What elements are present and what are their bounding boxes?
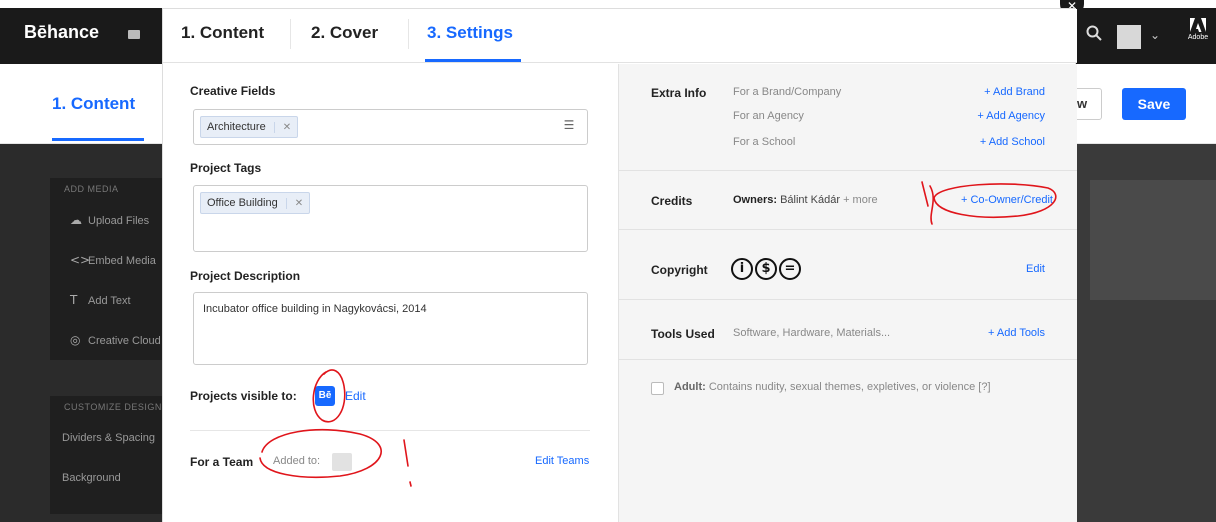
visibility-edit-link[interactable]: Edit	[345, 389, 366, 403]
user-avatar[interactable]	[1117, 25, 1141, 49]
cc-license-icons: i $ =	[731, 258, 803, 280]
customize-design-panel: CUSTOMIZE DESIGN Dividers & Spacing Back…	[50, 396, 162, 514]
tag-label: Architecture	[207, 121, 266, 133]
mail-icon[interactable]	[128, 30, 140, 39]
add-media-panel: ADD MEDIA ☁ Upload Files <>Embed Media TA…	[50, 178, 162, 360]
add-text-label: Add Text	[88, 295, 131, 307]
tab-settings[interactable]: 3. Settings	[427, 23, 513, 43]
remove-tag-icon[interactable]: ✕	[273, 122, 292, 133]
embed-media-label: Embed Media	[88, 255, 156, 267]
no-derivatives-icon: =	[779, 258, 801, 280]
owners-label: Owners:	[733, 194, 778, 206]
tools-placeholder: Software, Hardware, Materials...	[733, 327, 891, 339]
extra-info-agency-text: For an Agency	[733, 110, 804, 122]
owners-text: Owners: Bálint Kádár + more	[733, 194, 878, 206]
behance-visibility-badge[interactable]: Bē	[315, 386, 335, 406]
tools-used-label: Tools Used	[651, 327, 715, 341]
extra-info-label: Extra Info	[651, 86, 707, 100]
project-description-label: Project Description	[190, 269, 301, 283]
edit-teams-link[interactable]: Edit Teams	[535, 455, 589, 467]
adult-description: Contains nudity, sexual themes, expletiv…	[708, 381, 991, 393]
tab-content[interactable]: 1. Content	[181, 23, 264, 43]
extra-info-school-text: For a School	[733, 136, 796, 148]
project-description-value: Incubator office building in Nagykovácsi…	[203, 303, 427, 315]
project-tags-label: Project Tags	[190, 161, 262, 175]
credits-label: Credits	[651, 194, 693, 208]
upload-files-item[interactable]: ☁ Upload Files	[50, 200, 162, 240]
adobe-label: Adobe	[1187, 34, 1209, 41]
add-tools-link[interactable]: + Add Tools	[988, 327, 1045, 339]
tab-underline	[52, 138, 144, 141]
attribution-icon: i	[731, 258, 753, 280]
add-co-owner-link[interactable]: + Co-Owner/Credit	[961, 194, 1053, 206]
search-icon[interactable]	[1086, 25, 1102, 41]
add-text-item[interactable]: T Add Text	[50, 280, 162, 320]
list-icon[interactable]: ☰	[559, 118, 579, 136]
chevron-down-icon[interactable]: ⌄	[1150, 28, 1160, 42]
add-brand-link[interactable]: + Add Brand	[984, 86, 1045, 98]
tab-cover[interactable]: 2. Cover	[311, 23, 378, 43]
owner-name[interactable]: Bálint Kádár	[780, 194, 840, 206]
creative-cloud-icon: ◎	[70, 333, 81, 347]
save-button[interactable]: Save	[1122, 88, 1186, 120]
tab-separator	[408, 19, 409, 49]
adult-content-text: Adult: Contains nudity, sexual themes, e…	[674, 381, 991, 393]
tab-separator	[290, 19, 291, 49]
cloud-upload-icon: ☁	[70, 213, 82, 227]
for-a-team-label: For a Team	[190, 455, 254, 469]
add-agency-link[interactable]: + Add Agency	[977, 110, 1045, 122]
upload-files-label: Upload Files	[88, 215, 150, 227]
more-owners-link[interactable]: + more	[843, 194, 878, 206]
creative-cloud-item[interactable]: ◎ Creative Cloud	[50, 320, 162, 360]
add-school-link[interactable]: + Add School	[980, 136, 1045, 148]
embed-icon: <>	[70, 253, 91, 267]
creative-fields-input[interactable]: Architecture ✕ ☰	[193, 109, 588, 145]
canvas-preview-block	[1090, 180, 1216, 300]
active-tab-underline	[425, 59, 521, 62]
text-icon: T	[70, 293, 78, 307]
background-item[interactable]: Background	[50, 458, 162, 498]
team-avatar	[332, 453, 352, 471]
section-divider	[619, 299, 1077, 300]
section-divider	[619, 229, 1077, 230]
adult-content-checkbox[interactable]	[651, 382, 664, 395]
creative-fields-label: Creative Fields	[190, 84, 276, 98]
project-meta-column: Extra Info For a Brand/Company + Add Bra…	[618, 64, 1077, 522]
creative-field-tag: Architecture ✕	[200, 116, 299, 138]
embed-media-item[interactable]: <>Embed Media	[50, 240, 162, 280]
projects-visible-label: Projects visible to:	[190, 389, 297, 403]
modal-tab-bar: 1. Content 2. Cover 3. Settings	[163, 9, 1077, 63]
customize-design-heading: CUSTOMIZE DESIGN	[64, 402, 162, 412]
copyright-edit-link[interactable]: Edit	[1026, 263, 1045, 275]
editor-tab-content[interactable]: 1. Content	[52, 94, 135, 114]
team-added-to-label: Added to:	[273, 455, 321, 467]
add-media-heading: ADD MEDIA	[64, 184, 119, 194]
dividers-spacing-item[interactable]: Dividers & Spacing	[50, 418, 162, 458]
project-tags-input[interactable]: Office Building ✕	[193, 185, 588, 252]
copyright-label: Copyright	[651, 263, 708, 277]
adult-label: Adult:	[674, 381, 706, 393]
adobe-icon	[1190, 18, 1206, 32]
remove-tag-icon[interactable]: ✕	[285, 198, 304, 209]
project-description-textarea[interactable]: Incubator office building in Nagykovácsi…	[193, 292, 588, 365]
section-divider	[619, 170, 1077, 171]
adobe-logo[interactable]: Adobe	[1186, 18, 1210, 41]
section-divider	[619, 359, 1077, 360]
behance-logo[interactable]: Bēhance	[24, 22, 99, 43]
creative-cloud-label: Creative Cloud	[88, 335, 161, 347]
extra-info-brand-text: For a Brand/Company	[733, 86, 842, 98]
project-settings-modal: 1. Content 2. Cover 3. Settings Creative…	[162, 8, 1077, 522]
project-tag: Office Building ✕	[200, 192, 311, 214]
tag-label: Office Building	[207, 197, 278, 209]
section-divider	[190, 430, 590, 431]
noncommercial-icon: $	[755, 258, 777, 280]
project-details-column: Creative Fields Architecture ✕ ☰ Project …	[163, 64, 618, 522]
